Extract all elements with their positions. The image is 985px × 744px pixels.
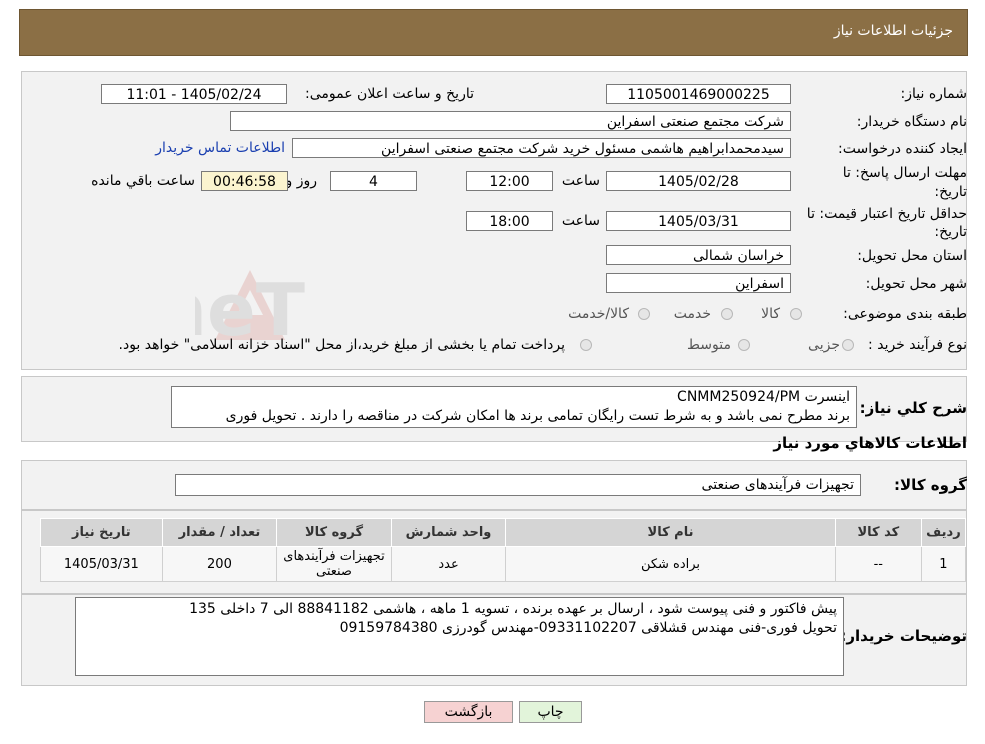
col-quantity: تعداد / مقدار [161, 518, 278, 547]
cell-row: 1 [920, 546, 967, 582]
summary-line-1: اینسرت CNMM250924/PM [677, 389, 850, 405]
creator-field: سیدمحمدابراهیم هاشمی مسئول خرید شرکت مجت… [292, 138, 791, 158]
time-remaining-field: 00:46:58 [201, 171, 288, 191]
cell-unit: عدد [390, 546, 507, 582]
category-service-label: خدمت [673, 306, 711, 322]
items-table: رديف کد کالا نام کالا واحد شمارش گروه کا… [40, 518, 967, 582]
cell-quantity: 200 [161, 546, 278, 582]
validity-time-field: 18:00 [466, 211, 553, 231]
buyer-notes-line-2: تحویل فوری-فنی مهندس قشلاقی 09331102207-… [339, 620, 837, 636]
deadline-time-label: ساعت [561, 173, 600, 189]
summary-label: شرح کلي نياز: [859, 399, 967, 417]
category-label: طبقه بندی موضوعی: [843, 306, 967, 322]
purchase-medium-label: متوسط [687, 337, 731, 353]
category-service-radio[interactable] [721, 308, 733, 320]
col-name: نام کالا [505, 518, 836, 547]
deadline-date-field: 1405/02/28 [606, 171, 791, 191]
purchase-type-label: نوع فرآیند خرید : [868, 337, 967, 353]
summary-line-2: برند مطرح نمی باشد و به شرط تست رایگان ت… [225, 408, 850, 424]
creator-label: ایجاد کننده درخواست: [838, 141, 967, 157]
province-label: استان محل تحویل: [857, 248, 967, 264]
buyer-contact-link[interactable]: اطلاعات تماس خریدار [155, 140, 285, 156]
goods-group-label: گروه کالا: [894, 476, 967, 494]
city-label: شهر محل تحویل: [865, 276, 967, 292]
goods-section-title: اطلاعات کالاهاي مورد نياز [773, 434, 967, 452]
cell-name: براده شکن [505, 546, 836, 582]
purchase-medium-radio[interactable] [738, 339, 750, 351]
announce-label: تاریخ و ساعت اعلان عمومی: [305, 86, 474, 102]
validity-date-field: 1405/03/31 [606, 211, 791, 231]
category-goods-label: کالا [761, 306, 780, 322]
category-goods-radio[interactable] [790, 308, 802, 320]
buyer-notes-line-1: پیش فاکتور و فنی پیوست شود ، ارسال بر عه… [189, 601, 837, 617]
col-code: کد کالا [834, 518, 922, 547]
treasury-bonds-checkbox[interactable] [580, 339, 592, 351]
purchase-minor-label: جزیی [808, 337, 840, 353]
page-header: جزئیات اطلاعات نیاز [19, 9, 968, 56]
validity-label-2: تاریخ: [934, 224, 967, 240]
page-title: جزئیات اطلاعات نیاز [833, 23, 953, 39]
validity-label: حداقل تاریخ اعتبار قیمت: تا [806, 206, 967, 222]
deadline-label-2: تاریخ: [934, 184, 967, 200]
col-row: رديف [920, 518, 967, 547]
print-button[interactable]: چاپ [519, 701, 582, 723]
buyer-notes-textarea[interactable]: پیش فاکتور و فنی پیوست شود ، ارسال بر عه… [75, 597, 844, 676]
cell-code: -- [834, 546, 922, 582]
validity-time-label: ساعت [561, 213, 600, 229]
deadline-label: مهلت ارسال پاسخ: تا [842, 165, 967, 181]
buyer-notes-label: توضیحات خریدار: [840, 627, 967, 645]
need-number-label: شماره نیاز: [900, 86, 968, 102]
col-unit: واحد شمارش [390, 518, 507, 547]
time-remaining-label: ساعت باقي مانده [91, 173, 195, 189]
col-group: گروه کالا [276, 518, 392, 547]
goods-group-field: تجهیزات فرآیندهای صنعتی [175, 474, 861, 496]
treasury-note: پرداخت تمام یا بخشی از مبلغ خرید،از محل … [118, 337, 565, 353]
category-goods-service-radio[interactable] [638, 308, 650, 320]
back-button[interactable]: بازگشت [424, 701, 513, 723]
summary-textarea[interactable]: اینسرت CNMM250924/PM برند مطرح نمی باشد … [171, 386, 857, 428]
need-number-field: 1105001469000225 [606, 84, 791, 104]
cell-date: 1405/03/31 [40, 546, 163, 582]
deadline-time-field: 12:00 [466, 171, 553, 191]
days-word: روز و [285, 173, 318, 189]
table-row: 1 -- براده شکن عدد تجهیزات فرآیندهای صنع… [40, 546, 967, 582]
city-field: اسفراین [606, 273, 791, 293]
col-date: تاریخ نیاز [40, 518, 163, 547]
category-goods-service-label: کالا/خدمت [568, 306, 629, 322]
purchase-minor-radio[interactable] [842, 339, 854, 351]
days-remaining-field: 4 [330, 171, 417, 191]
province-field: خراسان شمالی [606, 245, 791, 265]
announce-datetime-field: 1405/02/24 - 11:01 [101, 84, 287, 104]
cell-group: تجهیزات فرآیندهای صنعتی [276, 546, 392, 582]
buyer-org-label: نام دستگاه خریدار: [856, 114, 967, 130]
buyer-org-field: شرکت مجتمع صنعتی اسفراین [230, 111, 791, 131]
